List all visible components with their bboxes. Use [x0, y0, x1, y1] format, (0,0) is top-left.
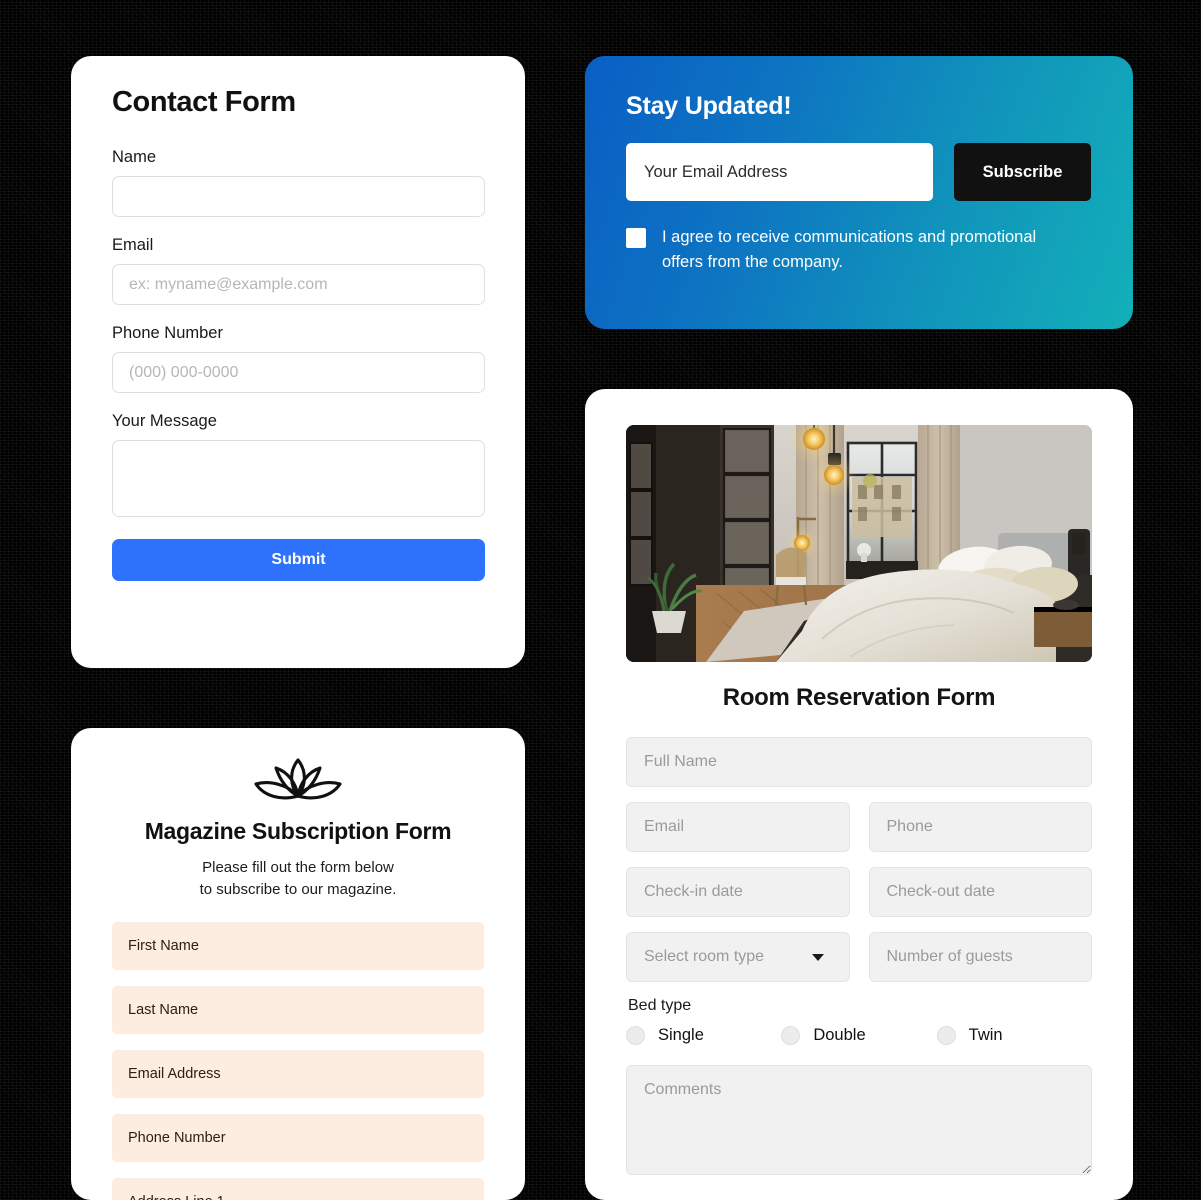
- newsletter-consent-checkbox[interactable]: [626, 228, 646, 248]
- bed-type-option-label: Single: [658, 1026, 704, 1044]
- bed-type-option-label: Double: [813, 1026, 866, 1044]
- reservation-form-title: Room Reservation Form: [722, 684, 996, 711]
- contact-email-label: Email: [112, 236, 154, 254]
- contact-name-input[interactable]: [112, 176, 485, 217]
- contact-form-title: Contact Form: [112, 86, 296, 118]
- radio-icon: [781, 1026, 801, 1045]
- contact-form-card: Contact Form Name Email Phone Number You…: [71, 56, 525, 668]
- room-reservation-card: Room Reservation Form Select room type B…: [585, 389, 1133, 1200]
- magazine-subtitle-line-2: to subscribe to our magazine.: [199, 880, 397, 898]
- bedroom-photo: [626, 425, 1092, 662]
- magazine-email-input[interactable]: [112, 1049, 484, 1098]
- bed-type-option-twin[interactable]: Twin: [936, 1026, 1092, 1045]
- magazine-form-title: Magazine Subscription Form: [144, 818, 452, 844]
- bed-type-option-double[interactable]: Double: [781, 1026, 936, 1045]
- forms-showcase-stage: Contact Form Name Email Phone Number You…: [0, 0, 1201, 1200]
- bed-type-option-label: Twin: [968, 1026, 1003, 1044]
- magazine-phone-input[interactable]: [112, 1113, 484, 1162]
- reservation-phone-input[interactable]: [868, 802, 1092, 852]
- lotus-icon: [254, 758, 342, 800]
- magazine-address1-input[interactable]: [112, 1177, 484, 1200]
- newsletter-input-row: Subscribe: [626, 143, 1093, 201]
- magazine-lastname-input[interactable]: [112, 985, 484, 1034]
- reservation-fullname-input[interactable]: [626, 737, 1092, 787]
- newsletter-email-input[interactable]: [626, 143, 933, 201]
- contact-message-label: Your Message: [112, 412, 217, 430]
- newsletter-title: Stay Updated!: [626, 92, 792, 120]
- reservation-room-row: Select room type: [626, 932, 1092, 982]
- radio-icon: [626, 1026, 645, 1045]
- newsletter-consent-label: I agree to receive communications and pr…: [662, 228, 1037, 272]
- newsletter-signup-card: Stay Updated! Subscribe I agree to recei…: [585, 56, 1133, 329]
- reservation-checkout-input[interactable]: [868, 867, 1092, 917]
- chevron-down-icon: [811, 953, 824, 961]
- reservation-checkin-input[interactable]: [626, 867, 850, 917]
- magazine-firstname-input[interactable]: [112, 921, 484, 970]
- newsletter-consent-row: I agree to receive communications and pr…: [626, 225, 1093, 275]
- reservation-contact-row: [626, 802, 1092, 852]
- bed-type-label: Bed type: [628, 997, 692, 1014]
- reservation-email-input[interactable]: [626, 802, 850, 852]
- reservation-roomtype-value: Select room type: [644, 948, 765, 965]
- reservation-roomtype-select[interactable]: Select room type: [626, 932, 850, 982]
- contact-name-label: Name: [112, 148, 157, 166]
- newsletter-subscribe-button[interactable]: Subscribe: [954, 143, 1091, 201]
- contact-phone-input[interactable]: [112, 352, 485, 393]
- magazine-subscription-card: Magazine Subscription Form Please fill o…: [71, 728, 525, 1200]
- magazine-form-subtitle: Please fill out the form below to subscr…: [112, 857, 484, 901]
- contact-phone-label: Phone Number: [112, 324, 223, 342]
- radio-icon: [936, 1026, 956, 1045]
- bed-type-option-single[interactable]: Single: [626, 1026, 781, 1045]
- contact-message-textarea[interactable]: [112, 440, 485, 517]
- bed-type-radio-group: Single Double Twin: [626, 1026, 1092, 1045]
- reservation-dates-row: [626, 867, 1092, 917]
- reservation-guests-input[interactable]: [868, 932, 1092, 982]
- contact-submit-button[interactable]: Submit: [112, 539, 485, 581]
- reservation-comments-textarea[interactable]: [626, 1065, 1092, 1175]
- magazine-subtitle-line-1: Please fill out the form below: [202, 859, 394, 876]
- contact-email-input[interactable]: [112, 264, 485, 305]
